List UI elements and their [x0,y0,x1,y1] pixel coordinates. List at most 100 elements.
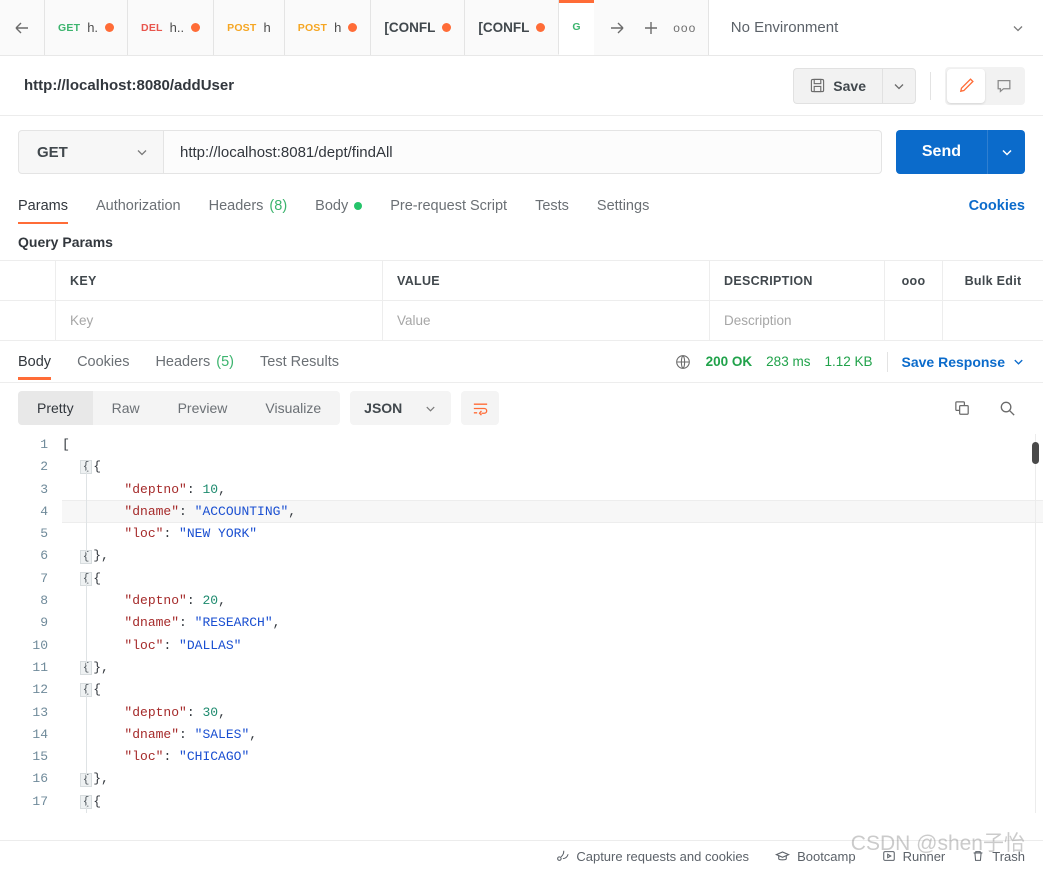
code-editor[interactable]: 1 2 3 4 5 6 7 8 9 10 11 12 13 14 15 16 17 [ { "deptno": … [0,434,1043,813]
response-view-mode-group: Pretty Raw Preview Visualize [18,391,341,425]
request-tab-6[interactable]: G [558,0,594,55]
request-tab-2[interactable]: POST h [213,0,284,55]
code-line[interactable]: "dname": "ACCOUNTING", [62,500,1043,524]
response-tab-test-results[interactable]: Test Results [260,342,339,382]
line-number: 17 [32,793,48,809]
code-line[interactable]: }, [62,657,1043,679]
code-line[interactable]: { [62,456,1043,478]
code-line[interactable]: "dname": "SALES", [62,724,1043,746]
unsaved-dot-icon [536,23,546,32]
tabstrip-ellipsis-icon[interactable]: ooo [668,11,702,45]
save-response-button[interactable]: Save Response [902,354,1026,370]
send-options-chevron-down-icon[interactable] [987,130,1025,174]
code-lines[interactable]: [ { "deptno": 10, "dname": "ACCOUNTING",… [62,434,1043,813]
param-description-input[interactable]: Description [710,301,885,340]
request-tab-3[interactable]: POST h [283,0,371,55]
line-number: 1 [40,437,48,452]
status-bar-item-label: Trash [992,848,1025,864]
select-all-checkbox-cell[interactable] [0,261,56,300]
view-mode-preview[interactable]: Preview [159,391,247,425]
status-bar-item-trash[interactable]: Trash [971,849,1025,864]
request-tab-1[interactable]: DEL h.. [127,0,214,55]
code-line[interactable]: { [62,679,1043,701]
tab-method-label: G [572,21,581,33]
tab-headers[interactable]: Headers (8) [209,186,288,226]
code-line[interactable]: { [62,791,1043,813]
tab-params[interactable]: Params [18,186,68,226]
response-format-select[interactable]: JSON [350,391,452,425]
param-value-input[interactable]: Value [383,301,710,340]
response-tab-headers[interactable]: Headers (5) [155,342,234,382]
comment-icon[interactable] [985,69,1023,103]
line-number: 3 [40,481,48,497]
unsaved-dot-icon [348,23,358,32]
request-tab-4[interactable]: [CONFL [370,0,465,55]
environment-selector[interactable]: No Environment [707,0,1043,55]
http-method-select[interactable]: GET [18,130,164,174]
line-number: 16 [32,771,48,787]
code-line[interactable]: "deptno": 30, [62,702,1043,724]
response-tab-label: Cookies [77,353,130,370]
status-bar-item-runner[interactable]: Runner [882,849,945,864]
new-tab-plus-icon[interactable] [634,11,668,45]
tab-pre-request-script[interactable]: Pre-request Script [390,186,507,226]
tab-authorization[interactable]: Authorization [96,186,181,226]
request-tab-0[interactable]: GET h. [44,0,128,55]
code-line[interactable]: [ [62,434,1043,456]
tab-method-label: GET [58,21,81,34]
code-line[interactable]: "loc": "NEW YORK" [62,523,1043,545]
save-options-chevron-down-icon[interactable] [882,67,916,104]
code-line[interactable]: }, [62,768,1043,790]
forward-arrow-icon[interactable] [600,11,634,45]
save-button[interactable]: Save [793,67,882,104]
tabstrip-actions: ooo [594,0,708,55]
tab-name-label: h.. [169,20,185,35]
code-line[interactable]: }, [62,545,1043,567]
chevron-down-icon [424,402,437,415]
search-icon[interactable] [998,399,1017,418]
line-number: 10 [32,637,48,653]
code-line[interactable]: "dname": "RESEARCH", [62,612,1043,634]
request-tab-list: GET h. DEL h.. POST h POST h [CONFL [CONFL G [44,0,594,55]
row-checkbox-cell[interactable] [0,301,56,340]
param-key-input[interactable]: Key [56,301,383,340]
query-params-table: KEY VALUE DESCRIPTION ooo Bulk Edit Key … [0,260,1043,341]
view-mode-visualize[interactable]: Visualize [246,391,340,425]
code-line[interactable]: "loc": "CHICAGO" [62,746,1043,768]
bulk-edit-button[interactable]: Bulk Edit [943,261,1043,300]
cookies-link[interactable]: Cookies [969,198,1025,214]
status-badge: 200 OK [705,354,753,369]
response-tabs-bar: Body Cookies Headers (5) Test Results 200 OK… [0,341,1043,383]
code-line[interactable]: "loc": "DALLAS" [62,635,1043,657]
view-mode-pretty[interactable]: Pretty [18,391,93,425]
send-button[interactable]: Send [895,130,987,174]
view-mode-raw[interactable]: Raw [93,391,159,425]
vertical-scrollbar-thumb[interactable] [1032,442,1039,464]
response-tab-body[interactable]: Body [18,342,52,382]
code-line[interactable]: { [62,568,1043,590]
tab-strip: GET h. DEL h.. POST h POST h [CONFL [CONFL G ooo N… [0,0,1043,56]
request-section-tabs: Params Authorization Headers (8) Body Pre-req… [0,186,1043,226]
chevron-down-icon [1012,355,1025,368]
code-line[interactable]: "deptno": 20, [62,590,1043,612]
params-ellipsis-icon[interactable]: ooo [885,261,943,300]
response-size: 1.12 KB [824,354,873,369]
tab-tests[interactable]: Tests [535,186,569,226]
copy-icon[interactable] [953,399,972,418]
page-title: http://localhost:8080/addUser [24,77,235,94]
status-bar-item-capture-requests-and-cookies[interactable]: Capture requests and cookies [555,849,749,864]
code-line[interactable]: "deptno": 10, [62,479,1043,501]
tab-settings[interactable]: Settings [597,186,649,226]
back-arrow-icon[interactable] [0,0,44,55]
globe-icon[interactable] [674,353,692,371]
tab-method-label: DEL [141,21,163,34]
response-body-code[interactable]: 1 2 3 4 5 6 7 8 9 10 11 12 13 14 15 16 17 [ { "deptno": … [0,433,1043,813]
response-tab-cookies[interactable]: Cookies [77,342,129,382]
status-bar-item-bootcamp[interactable]: Bootcamp [775,849,856,864]
request-tab-5[interactable]: [CONFL [464,0,559,55]
column-header-key: KEY [56,261,383,300]
url-input[interactable]: http://localhost:8081/dept/findAll [164,130,882,174]
edit-pencil-icon[interactable] [947,68,985,103]
wrap-text-icon[interactable] [461,391,500,425]
tab-body[interactable]: Body [315,186,363,226]
